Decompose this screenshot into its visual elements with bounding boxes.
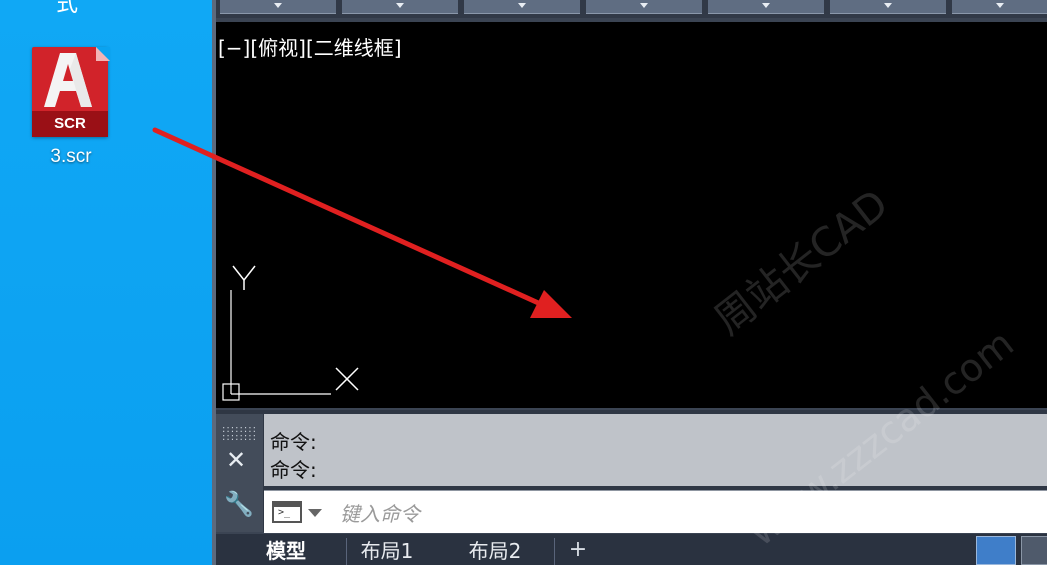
chevron-down-icon [396, 3, 404, 8]
file-type-badge: SCR [32, 111, 108, 137]
tab-layout1[interactable]: 布局1 [352, 538, 422, 565]
command-history-line: 命令: [270, 430, 317, 454]
add-layout-button[interactable]: + [564, 536, 592, 564]
ribbon-panel-dropdown-2[interactable] [342, 0, 458, 14]
desktop: 式 SCR 3.scr [0, 0, 212, 565]
ribbon-panel-dropdown-7[interactable] [952, 0, 1047, 14]
tab-divider [554, 538, 555, 565]
ribbon-panel-dropdown-4[interactable] [586, 0, 702, 14]
tab-model[interactable]: 模型 [256, 538, 316, 565]
ribbon-panel-dropdown-1[interactable] [220, 0, 336, 14]
tab-divider [346, 538, 347, 565]
drawing-viewport[interactable]: [−][俯视][二维线框] [216, 22, 1047, 408]
chevron-down-icon[interactable] [308, 509, 322, 517]
command-history-line: 命令: [270, 458, 317, 482]
grip-dots-icon[interactable]: :::::::::::::::: [222, 425, 258, 443]
ribbon-panel-dropdown-3[interactable] [464, 0, 580, 14]
ribbon-panel-dropdown-5[interactable] [708, 0, 824, 14]
layout-tabs-bar: 模型 布局1 布局2 + [216, 534, 1047, 565]
command-input[interactable]: >_ 键入命令 [264, 490, 1047, 533]
chevron-down-icon [995, 3, 1004, 8]
tab-layout2[interactable]: 布局2 [460, 538, 530, 565]
close-icon[interactable]: ✕ [226, 446, 246, 474]
grid-toggle-button[interactable] [1021, 536, 1047, 565]
ribbon-panel-dropdown-6[interactable] [830, 0, 946, 14]
chevron-down-icon [274, 3, 282, 8]
autocad-script-file-icon[interactable]: SCR [30, 47, 112, 139]
chevron-down-icon [518, 3, 526, 8]
file-fold-corner [96, 47, 110, 61]
command-prompt-icon[interactable]: >_ [272, 501, 302, 523]
model-space-toggle-button[interactable] [976, 536, 1016, 565]
autocad-logo-icon [44, 53, 92, 107]
ribbon-toolbar-strip [216, 0, 1047, 18]
command-input-placeholder: 键入命令 [340, 502, 420, 526]
chevron-down-icon [762, 3, 770, 8]
desktop-partial-label: 式 [56, 0, 79, 17]
ucs-icon [222, 265, 359, 401]
chevron-down-icon [640, 3, 648, 8]
file-name-label[interactable]: 3.scr [30, 146, 112, 168]
chevron-down-icon [884, 3, 892, 8]
autocad-window: [−][俯视][二维线框] :::::::::::::::: ✕ 🔧 命令: 命… [212, 0, 1047, 565]
wrench-icon[interactable]: 🔧 [224, 490, 254, 518]
command-line-side-bar: :::::::::::::::: ✕ 🔧 [216, 414, 263, 532]
